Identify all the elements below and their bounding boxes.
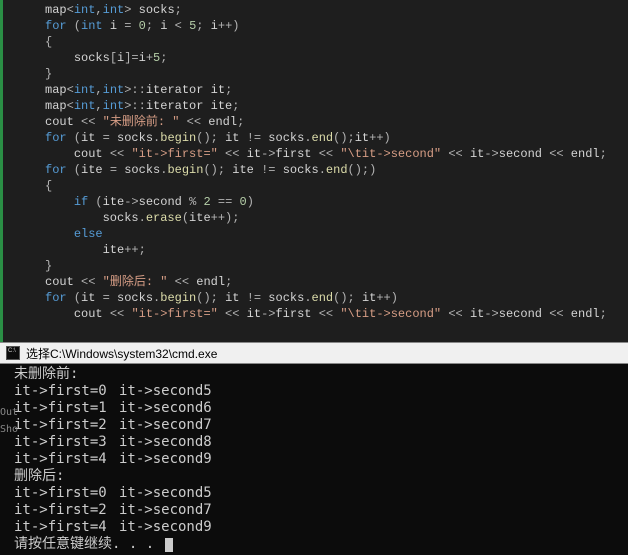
code-line[interactable]: } xyxy=(45,258,607,274)
code-line[interactable]: cout << "it->first=" << it->first << "\t… xyxy=(45,306,607,322)
terminal-line: it->first=3it->second8 xyxy=(0,434,628,451)
code-line[interactable]: cout << "未删除前: " << endl; xyxy=(45,114,607,130)
terminal-line: 删除后: xyxy=(0,468,628,485)
code-line[interactable]: if (ite->second % 2 == 0) xyxy=(45,194,607,210)
terminal-line: it->first=4it->second9 xyxy=(0,451,628,468)
cursor xyxy=(165,538,173,552)
code-line[interactable]: map<int,int> socks; xyxy=(45,2,607,18)
code-editor[interactable]: map<int,int> socks;for (int i = 0; i < 5… xyxy=(0,0,628,342)
code-line[interactable]: { xyxy=(45,178,607,194)
code-line[interactable]: cout << "it->first=" << it->first << "\t… xyxy=(45,146,607,162)
code-line[interactable]: for (ite = socks.begin(); ite != socks.e… xyxy=(45,162,607,178)
terminal-output[interactable]: Out Sho 未删除前:it->first=0it->second5it->f… xyxy=(0,364,628,555)
code-line[interactable]: { xyxy=(45,34,607,50)
terminal-line: it->first=4it->second9 xyxy=(0,519,628,536)
code-line[interactable]: else xyxy=(45,226,607,242)
code-line[interactable]: map<int,int>::iterator ite; xyxy=(45,98,607,114)
terminal-line: 请按任意键继续. . . xyxy=(0,536,628,553)
code-line[interactable]: for (it = socks.begin(); it != socks.end… xyxy=(45,290,607,306)
terminal-line: it->first=2it->second7 xyxy=(0,417,628,434)
code-line[interactable]: for (it = socks.begin(); it != socks.end… xyxy=(45,130,607,146)
code-line[interactable]: socks[i]=i+5; xyxy=(45,50,607,66)
code-line[interactable]: socks.erase(ite++); xyxy=(45,210,607,226)
terminal-line: it->first=2it->second7 xyxy=(0,502,628,519)
terminal-line: it->first=0it->second5 xyxy=(0,485,628,502)
terminal-title: 选择C:\Windows\system32\cmd.exe xyxy=(26,345,217,362)
code-line[interactable]: map<int,int>::iterator it; xyxy=(45,82,607,98)
terminal-line: it->first=1it->second6 xyxy=(0,400,628,417)
code-line[interactable]: cout << "删除后: " << endl; xyxy=(45,274,607,290)
cmd-icon xyxy=(6,346,20,360)
code-line[interactable]: for (int i = 0; i < 5; i++) xyxy=(45,18,607,34)
code-content[interactable]: map<int,int> socks;for (int i = 0; i < 5… xyxy=(5,0,607,342)
terminal-line: it->first=0it->second5 xyxy=(0,383,628,400)
terminal-line: 未删除前: xyxy=(0,366,628,383)
terminal-titlebar[interactable]: 选择C:\Windows\system32\cmd.exe xyxy=(0,342,628,364)
code-line[interactable]: } xyxy=(45,66,607,82)
code-line[interactable]: ite++; xyxy=(45,242,607,258)
